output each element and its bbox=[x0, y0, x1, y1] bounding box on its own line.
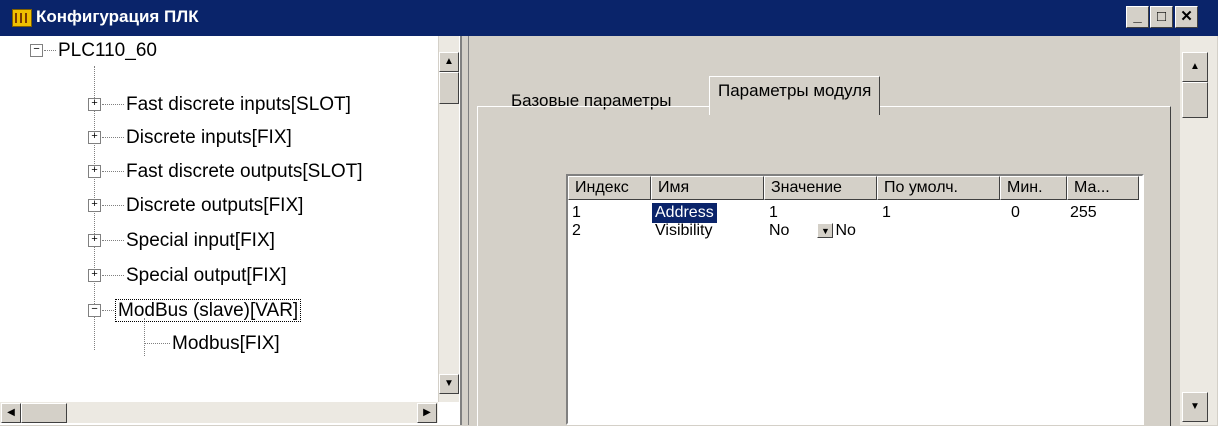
tree-connector bbox=[144, 343, 170, 345]
table-cell-name[interactable]: Address bbox=[652, 203, 717, 223]
tree-connector bbox=[102, 240, 124, 242]
tree-connector bbox=[44, 50, 56, 52]
table-cell-min: 0 bbox=[1011, 204, 1020, 221]
column-header-index[interactable]: Индекс bbox=[568, 176, 651, 200]
plc-config-icon[interactable] bbox=[12, 9, 32, 27]
column-header-value[interactable]: Значение bbox=[764, 176, 877, 200]
tree-node-label[interactable]: ModBus (slave)[VAR] bbox=[114, 299, 302, 322]
dropdown-arrow-icon[interactable]: ▼ bbox=[817, 223, 834, 239]
expand-icon[interactable]: + bbox=[88, 165, 101, 179]
combo-value[interactable]: No bbox=[769, 222, 789, 239]
tree-node-label[interactable]: Special input[FIX] bbox=[126, 230, 275, 251]
scroll-thumb[interactable] bbox=[439, 72, 459, 104]
tree-connector bbox=[102, 171, 124, 173]
column-header-max[interactable]: Ма... bbox=[1067, 176, 1139, 200]
tree-node-label[interactable]: Special output[FIX] bbox=[126, 265, 287, 286]
scroll-up-arrow-icon[interactable]: ▲ bbox=[1182, 52, 1208, 82]
properties-vertical-scrollbar[interactable]: ▲ ▼ bbox=[1179, 36, 1217, 425]
tree-node-discrete-inputs[interactable]: + Discrete inputs[FIX] bbox=[88, 125, 292, 151]
table-cell-default: 1 bbox=[882, 204, 891, 221]
maximize-button[interactable]: □ bbox=[1150, 6, 1173, 28]
close-button[interactable]: ✕ bbox=[1175, 6, 1198, 28]
device-tree: − PLC110_60 + Fast discrete inputs[SLOT] +… bbox=[0, 36, 440, 391]
expand-icon[interactable]: + bbox=[88, 234, 101, 248]
tree-vertical-scrollbar[interactable]: ▲ ▼ bbox=[438, 36, 459, 402]
parameters-table: Индекс Имя Значение По умолч. Мин. Ма...… bbox=[566, 174, 1144, 425]
table-cell-default: No bbox=[835, 222, 856, 239]
tree-node-discrete-outputs[interactable]: + Discrete outputs[FIX] bbox=[88, 193, 303, 219]
tab-module-parameters[interactable]: Параметры модуля bbox=[709, 76, 881, 115]
tree-node-fast-discrete-inputs[interactable]: + Fast discrete inputs[SLOT] bbox=[88, 92, 351, 118]
scroll-right-arrow-icon[interactable]: ▶ bbox=[417, 403, 437, 423]
table-cell-index[interactable]: 1 bbox=[572, 203, 581, 223]
column-header-default[interactable]: По умолч. bbox=[877, 176, 1000, 200]
column-header-min[interactable]: Мин. bbox=[1000, 176, 1067, 200]
collapse-icon[interactable]: − bbox=[30, 44, 43, 58]
tree-connector bbox=[102, 104, 124, 106]
tree-connector bbox=[102, 205, 124, 207]
scroll-thumb[interactable] bbox=[21, 403, 67, 423]
tree-node-label[interactable]: Fast discrete outputs[SLOT] bbox=[126, 161, 363, 182]
title-bar[interactable]: Конфигурация ПЛК _ □ ✕ bbox=[0, 0, 1218, 36]
scroll-left-arrow-icon[interactable]: ◀ bbox=[1, 403, 21, 423]
window-title: Конфигурация ПЛК bbox=[36, 7, 199, 26]
scroll-down-arrow-icon[interactable]: ▼ bbox=[1182, 392, 1208, 422]
minimize-button[interactable]: _ bbox=[1126, 6, 1149, 28]
expand-icon[interactable]: + bbox=[88, 269, 101, 283]
table-cell-value-combo[interactable]: No ▼ No bbox=[769, 221, 856, 241]
expand-icon[interactable]: + bbox=[88, 98, 101, 112]
properties-pane: Базовые параметры Параметры модуля Индек… bbox=[468, 36, 1218, 426]
scroll-down-arrow-icon[interactable]: ▼ bbox=[439, 374, 459, 394]
tree-node-label[interactable]: Modbus[FIX] bbox=[172, 333, 280, 354]
column-header-name[interactable]: Имя bbox=[651, 176, 764, 200]
expand-icon[interactable]: + bbox=[88, 131, 101, 145]
table-cell-name[interactable]: Visibility bbox=[655, 221, 713, 241]
tree-node-label[interactable]: Fast discrete inputs[SLOT] bbox=[126, 94, 351, 115]
tree-node-label[interactable]: Discrete inputs[FIX] bbox=[126, 127, 292, 148]
table-cell-index[interactable]: 2 bbox=[572, 221, 581, 241]
tree-node-label[interactable]: PLC110_60 bbox=[58, 40, 157, 61]
scroll-thumb[interactable] bbox=[1182, 82, 1208, 118]
tree-node-modbus-fix[interactable]: Modbus[FIX] bbox=[144, 331, 280, 357]
tree-connector bbox=[102, 310, 114, 312]
scroll-up-arrow-icon[interactable]: ▲ bbox=[439, 52, 459, 72]
table-cell-max: 255 bbox=[1070, 204, 1097, 221]
expand-icon[interactable]: + bbox=[88, 199, 101, 213]
collapse-icon[interactable]: − bbox=[88, 304, 101, 318]
tree-connector bbox=[102, 137, 124, 139]
tree-node-modbus-slave[interactable]: − ModBus (slave)[VAR] bbox=[88, 298, 302, 324]
device-tree-pane: − PLC110_60 + Fast discrete inputs[SLOT] +… bbox=[0, 36, 462, 425]
tree-horizontal-scrollbar[interactable]: ◀ ▶ bbox=[0, 402, 438, 423]
tree-connector bbox=[102, 275, 124, 277]
tree-node-fast-discrete-outputs[interactable]: + Fast discrete outputs[SLOT] bbox=[88, 159, 363, 185]
tree-node-special-output[interactable]: + Special output[FIX] bbox=[88, 263, 287, 289]
tree-node-special-input[interactable]: + Special input[FIX] bbox=[88, 228, 275, 254]
tree-node-label[interactable]: Discrete outputs[FIX] bbox=[126, 195, 303, 216]
table-cell-value[interactable]: 1 bbox=[769, 203, 778, 223]
tree-node-plc110-60[interactable]: − PLC110_60 bbox=[30, 38, 157, 64]
